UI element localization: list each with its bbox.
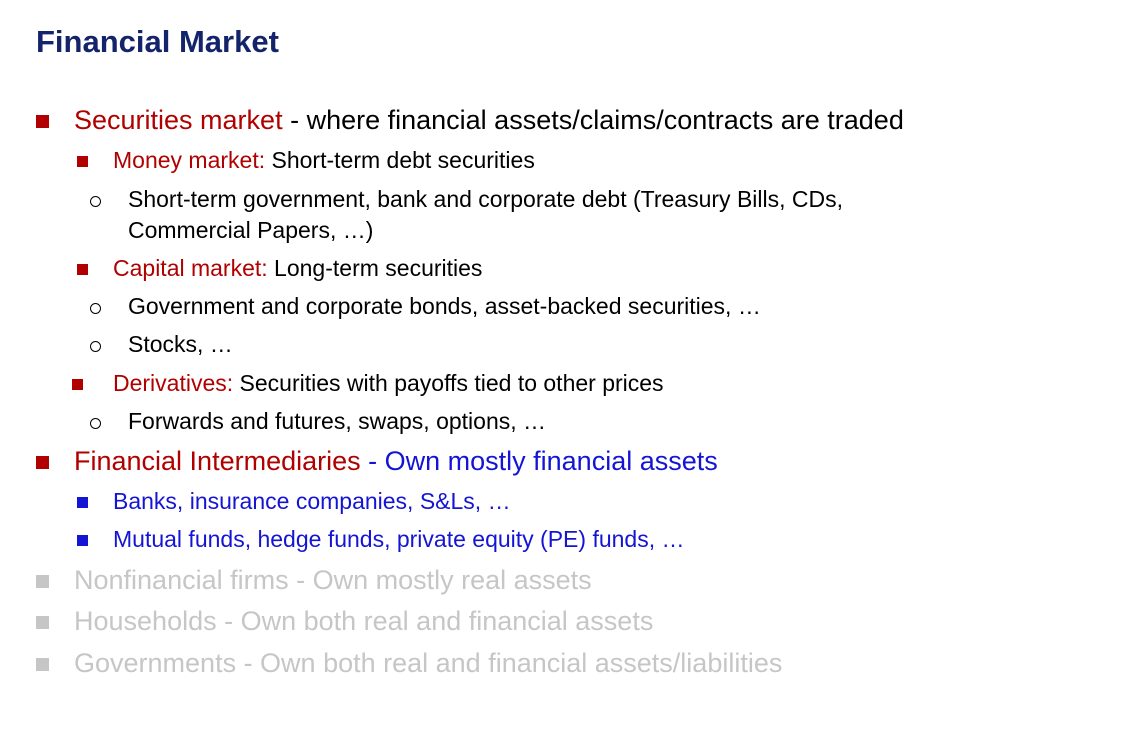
sub-bullet-text: Forwards and futures, swaps, options, … [128, 408, 547, 434]
bullet-label: Derivatives: [113, 370, 234, 396]
bullet-description: - where financial assets/claims/contract… [282, 105, 904, 135]
bullet-text: Mutual funds, hedge funds, private equit… [113, 526, 685, 552]
sub-bullet-text: Stocks, … [128, 331, 233, 357]
bullet-description: - Own mostly financial assets [360, 446, 718, 476]
circle-bullet-icon [90, 303, 101, 314]
bullet-description: Securities with payoffs tied to other pr… [233, 370, 664, 396]
bullet-financial-intermediaries: Financial Intermediaries - Own mostly fi… [0, 446, 1122, 478]
bullet-securities-market: Securities market - where financial asse… [0, 105, 1122, 137]
sub-bullet-stocks: Stocks, … [0, 331, 1122, 359]
bullet-nonfinancial-firms: Nonfinancial firms - Own mostly real ass… [0, 565, 1122, 597]
square-bullet-icon [36, 658, 49, 671]
sub-bullet-bonds: Government and corporate bonds, asset-ba… [0, 293, 1122, 321]
bullet-banks: Banks, insurance companies, S&Ls, … [0, 488, 1122, 516]
sub-bullet-forwards: Forwards and futures, swaps, options, … [0, 408, 1122, 436]
sub-bullet-text: Government and corporate bonds, asset-ba… [128, 293, 761, 319]
circle-bullet-icon [90, 418, 101, 429]
square-bullet-icon [36, 456, 49, 469]
square-bullet-icon [36, 115, 49, 128]
bullet-text: Securities market - where financial asse… [74, 105, 904, 136]
bullet-households: Households - Own both real and financial… [0, 606, 1122, 638]
bullet-description: Long-term securities [267, 255, 483, 281]
bullet-text: Money market: Short-term debt securities [113, 147, 535, 174]
bullet-label: Capital market: [113, 255, 268, 281]
bullet-description: Short-term debt securities [265, 147, 535, 173]
bullet-text: Derivatives: Securities with payoffs tie… [113, 370, 664, 397]
sub-bullet-short-term-debt: Short-term government, bank and corporat… [0, 186, 1122, 246]
square-bullet-icon [72, 379, 83, 390]
bullet-text: Banks, insurance companies, S&Ls, … [113, 488, 511, 514]
slide-title: Financial Market [36, 24, 279, 59]
bullet-label: Money market: [113, 147, 266, 173]
bullet-capital-market: Capital market: Long-term securities [0, 255, 1122, 283]
sub-bullet-text-line1: Short-term government, bank and corporat… [128, 186, 843, 212]
bullet-derivatives: Derivatives: Securities with payoffs tie… [0, 370, 1122, 398]
bullet-text: Nonfinancial firms - Own mostly real ass… [74, 565, 592, 595]
square-bullet-icon [77, 264, 88, 275]
square-bullet-icon [36, 575, 49, 588]
bullet-label: Financial Intermediaries [74, 446, 361, 476]
bullet-text: Households - Own both real and financial… [74, 606, 654, 636]
bullet-text: Capital market: Long-term securities [113, 255, 482, 282]
bullet-governments: Governments - Own both real and financia… [0, 648, 1122, 680]
sub-bullet-text-line2: Commercial Papers, …) [128, 217, 374, 243]
square-bullet-icon [36, 616, 49, 629]
bullet-text: Financial Intermediaries - Own mostly fi… [74, 446, 718, 477]
bullet-text: Governments - Own both real and financia… [74, 648, 783, 678]
square-bullet-icon [77, 156, 88, 167]
bullet-funds: Mutual funds, hedge funds, private equit… [0, 526, 1122, 554]
circle-bullet-icon [90, 341, 101, 352]
bullet-money-market: Money market: Short-term debt securities [0, 147, 1122, 175]
square-bullet-icon [77, 497, 88, 508]
square-bullet-icon [77, 535, 88, 546]
circle-bullet-icon [90, 196, 101, 207]
bullet-label: Securities market [74, 105, 283, 135]
